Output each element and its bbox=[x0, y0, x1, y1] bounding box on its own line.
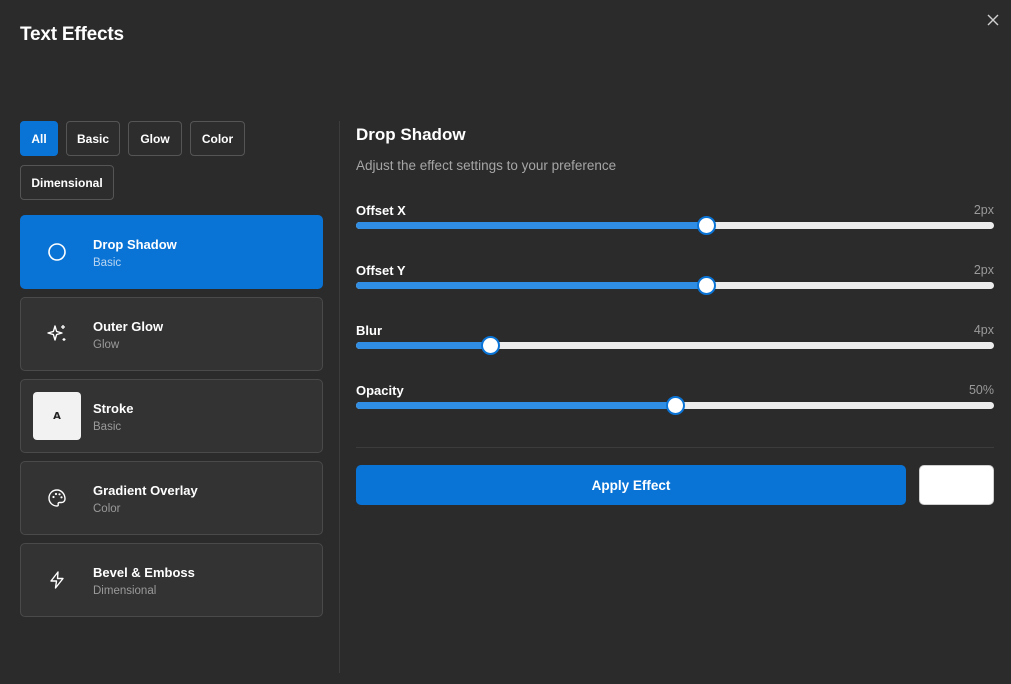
close-button[interactable] bbox=[984, 11, 1002, 29]
panel-title: Drop Shadow bbox=[356, 125, 466, 144]
slider-label: Offset Y bbox=[356, 263, 406, 278]
slider-thumb[interactable] bbox=[697, 216, 717, 235]
effect-category: Dimensional bbox=[93, 585, 157, 597]
slider-label: Offset X bbox=[356, 203, 406, 218]
effect-category: Basic bbox=[93, 257, 122, 269]
slider-offset-x: Offset X 2px bbox=[356, 203, 994, 243]
slider-opacity: Opacity 50% bbox=[356, 383, 994, 423]
palette-icon bbox=[33, 474, 81, 522]
slider-track[interactable] bbox=[356, 276, 994, 295]
effect-category: Glow bbox=[93, 339, 120, 351]
slider-fill bbox=[356, 402, 675, 409]
effect-name: Gradient Overlay bbox=[93, 483, 198, 498]
panel-subtitle: Adjust the effect settings to your prefe… bbox=[356, 158, 617, 173]
effect-item-bevel-emboss[interactable]: Bevel & Emboss Dimensional bbox=[20, 543, 323, 617]
secondary-button[interactable] bbox=[919, 465, 994, 505]
filter-chip-dimensional[interactable]: Dimensional bbox=[20, 165, 114, 200]
slider-blur: Blur 4px bbox=[356, 323, 994, 363]
actions-divider bbox=[356, 447, 994, 448]
dialog-title: Text Effects bbox=[20, 24, 124, 45]
slider-track[interactable] bbox=[356, 396, 994, 415]
effect-item-stroke[interactable]: A Stroke Basic bbox=[20, 379, 323, 453]
slider-fill bbox=[356, 222, 707, 229]
slider-value: 2px bbox=[973, 203, 994, 217]
slider-offset-y: Offset Y 2px bbox=[356, 263, 994, 303]
circle-icon bbox=[33, 228, 81, 276]
slider-thumb[interactable] bbox=[666, 396, 685, 415]
slider-track[interactable] bbox=[356, 216, 994, 235]
slider-value: 4px bbox=[973, 323, 994, 337]
effect-name: Bevel & Emboss bbox=[93, 565, 195, 580]
apply-effect-button[interactable]: Apply Effect bbox=[356, 465, 906, 505]
slider-fill bbox=[356, 282, 707, 289]
effect-item-drop-shadow[interactable]: Drop Shadow Basic bbox=[20, 215, 323, 289]
stroke-thumbnail-letter: A bbox=[53, 410, 61, 422]
lightning-icon bbox=[33, 556, 81, 604]
stroke-thumbnail: A bbox=[33, 392, 81, 440]
close-icon bbox=[987, 14, 999, 26]
filter-chip-basic[interactable]: Basic bbox=[66, 121, 120, 156]
slider-thumb[interactable] bbox=[697, 276, 717, 295]
slider-fill bbox=[356, 342, 490, 349]
slider-label: Blur bbox=[356, 323, 382, 338]
effect-item-gradient-overlay[interactable]: Gradient Overlay Color bbox=[20, 461, 323, 535]
slider-track[interactable] bbox=[356, 336, 994, 355]
effect-name: Stroke bbox=[93, 401, 134, 416]
panel-divider bbox=[339, 121, 340, 673]
effect-category: Color bbox=[93, 503, 121, 515]
filter-chip-glow[interactable]: Glow bbox=[128, 121, 182, 156]
effect-category: Basic bbox=[93, 421, 122, 433]
effect-item-outer-glow[interactable]: Outer Glow Glow bbox=[20, 297, 323, 371]
slider-label: Opacity bbox=[356, 383, 404, 398]
sparkle-icon bbox=[33, 310, 81, 358]
filter-chip-all[interactable]: All bbox=[20, 121, 58, 156]
filter-chip-color[interactable]: Color bbox=[190, 121, 245, 156]
effect-name: Drop Shadow bbox=[93, 237, 177, 252]
slider-value: 2px bbox=[973, 263, 994, 277]
effect-name: Outer Glow bbox=[93, 319, 164, 334]
slider-value: 50% bbox=[968, 383, 994, 397]
slider-thumb[interactable] bbox=[480, 336, 500, 355]
